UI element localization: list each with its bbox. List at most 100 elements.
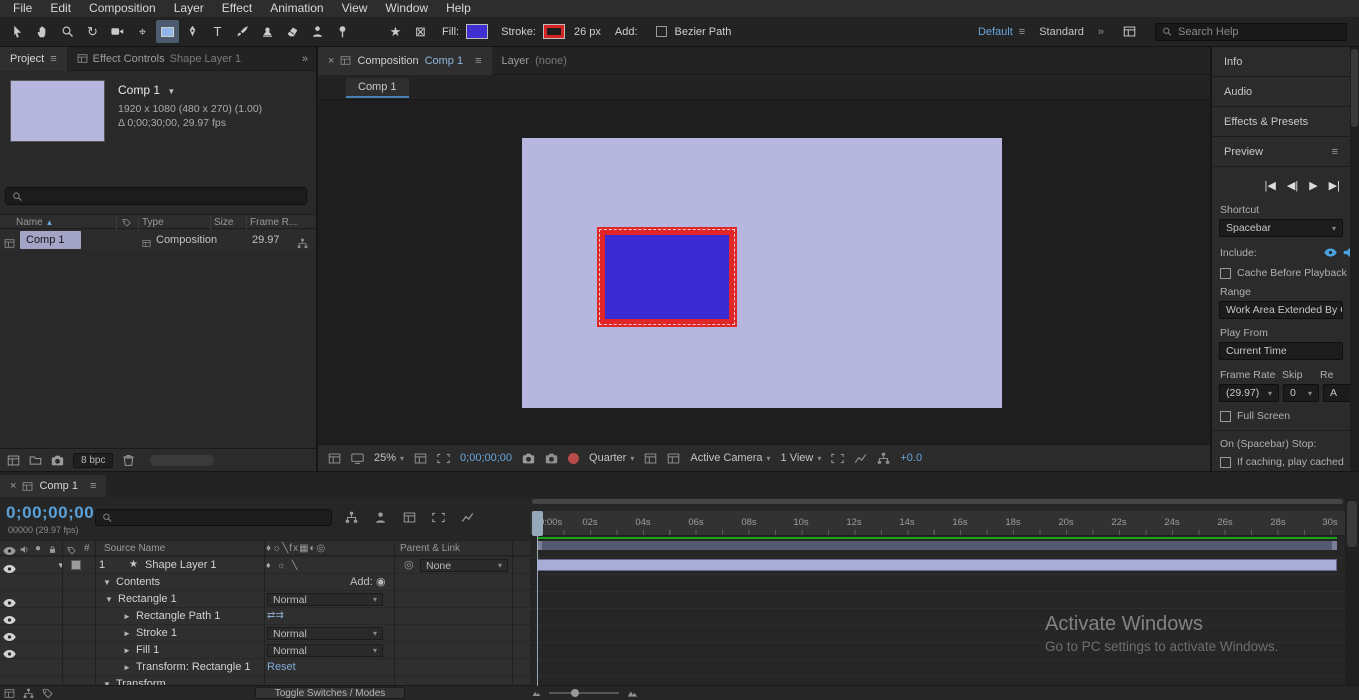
zoom-out-icon[interactable] — [532, 687, 541, 699]
cache-before-playback-checkbox[interactable] — [1220, 267, 1231, 279]
resolution-dropdown[interactable]: Quarter ▾ — [589, 452, 634, 464]
delete-item-icon[interactable] — [122, 454, 135, 467]
tab-composition[interactable]: × Composition Comp 1 ≡ — [318, 46, 492, 75]
property-name[interactable]: Fill 1 — [136, 642, 159, 658]
panel-menu-icon[interactable]: ≡ — [90, 480, 96, 492]
mini-flowchart-icon[interactable] — [345, 511, 358, 524]
twirl-closed-icon[interactable]: ► — [123, 643, 131, 659]
twirl-open-icon[interactable]: ▼ — [103, 575, 111, 591]
work-area-bar[interactable] — [537, 541, 1337, 550]
show-channel-icon[interactable] — [568, 452, 580, 464]
hide-shy-layers-icon[interactable] — [374, 511, 387, 524]
scrollbar-thumb[interactable] — [1351, 49, 1358, 127]
rectangle-tool-icon[interactable] — [156, 20, 179, 43]
group-name[interactable]: Rectangle 1 — [118, 591, 177, 607]
property-name[interactable]: Transform: Rectangle 1 — [136, 659, 251, 675]
twirl-closed-icon[interactable]: ► — [123, 660, 131, 676]
comp-thumbnail[interactable] — [10, 80, 105, 142]
fast-previews-icon[interactable] — [644, 452, 657, 465]
mini-flowchart-icon[interactable] — [877, 452, 890, 465]
preview-monitor-icon[interactable] — [351, 452, 364, 465]
project-search[interactable] — [5, 187, 307, 205]
magnification-dropdown[interactable]: 25% ▾ — [374, 452, 404, 464]
roto-brush-tool-icon[interactable] — [306, 20, 329, 43]
close-tab-icon[interactable]: × — [10, 480, 16, 492]
column-name[interactable]: Name ▲ — [16, 216, 53, 229]
label-column-icon[interactable] — [67, 544, 76, 558]
switches-column-icons[interactable]: ♦☼╲fx▦◐◎ — [266, 542, 326, 556]
include-video-eye-icon[interactable] — [1324, 247, 1337, 259]
play-button[interactable]: ▶ — [1309, 179, 1317, 192]
tab-layer[interactable]: Layer (none) — [492, 47, 577, 75]
zoom-in-icon[interactable] — [627, 687, 638, 699]
eye-icon[interactable] — [3, 629, 16, 642]
parent-dropdown[interactable]: None ▾ — [420, 559, 508, 572]
property-row-rectangle-path-1[interactable]: ► Rectangle Path 1 ⇄⇉ — [0, 608, 530, 625]
property-row-fill-1[interactable]: ► Fill 1 Normal ▾ — [0, 642, 530, 659]
group-row-rectangle-1[interactable]: ▼ Rectangle 1 Normal ▾ — [0, 591, 530, 608]
type-tool-icon[interactable]: T — [206, 20, 229, 43]
frame-blending-icon[interactable] — [403, 511, 416, 524]
transparency-grid-icon[interactable] — [667, 452, 680, 465]
pen-tool-icon[interactable] — [181, 20, 204, 43]
resolution-dropdown[interactable]: A — [1323, 384, 1350, 402]
scrollbar-thumb[interactable] — [1347, 501, 1357, 547]
panel-menu-icon[interactable]: ≡ — [50, 53, 56, 65]
puppet-pin-tool-icon[interactable] — [331, 20, 354, 43]
project-comp-name[interactable]: Comp 1 ▼ — [118, 83, 262, 97]
prev-frame-button[interactable]: ◀| — [1287, 179, 1298, 192]
blend-mode-dropdown[interactable]: Normal ▾ — [267, 627, 383, 640]
twirl-closed-icon[interactable]: ► — [123, 609, 131, 625]
pixel-aspect-icon[interactable] — [831, 452, 844, 465]
fill-color-swatch[interactable] — [466, 24, 489, 39]
panel-overflow-chevron[interactable]: » — [302, 53, 316, 65]
composition-viewer[interactable] — [318, 100, 1210, 444]
snapshot-camera-icon[interactable] — [522, 452, 535, 465]
audio-column-speaker-icon[interactable] — [20, 543, 29, 557]
toggle-viewer-panels-icon[interactable] — [328, 452, 341, 465]
source-name-column[interactable]: Source Name — [104, 542, 165, 556]
eraser-tool-icon[interactable] — [281, 20, 304, 43]
current-time-display[interactable]: 0;00;00;00 — [6, 503, 94, 523]
workspace-overflow-chevron[interactable]: » — [1098, 26, 1104, 38]
toggle-switches-pane-icon[interactable] — [4, 687, 15, 699]
mask-tool-icon[interactable]: ⊠ — [409, 20, 432, 43]
number-column[interactable]: # — [84, 542, 90, 556]
toggle-inout-pane-icon[interactable] — [42, 687, 53, 699]
column-size[interactable]: Size — [214, 216, 233, 229]
blend-mode-dropdown[interactable]: Normal ▾ — [267, 593, 383, 606]
comp-current-time[interactable]: 0;00;00;00 — [460, 452, 512, 464]
shape-star-icon[interactable]: ★ — [384, 20, 407, 43]
parent-pickwhip-icon[interactable]: ◎ — [404, 557, 414, 573]
view-layout-dropdown[interactable]: 1 View ▾ — [781, 452, 822, 464]
lock-column-icon[interactable] — [48, 543, 57, 557]
exposure-value[interactable]: +0.0 — [900, 452, 922, 464]
property-row-transform-rectangle-1[interactable]: ► Transform: Rectangle 1 Reset — [0, 659, 530, 676]
interpret-footage-icon[interactable] — [7, 454, 20, 467]
twirl-open-icon[interactable]: ▼ — [57, 558, 65, 574]
tab-project[interactable]: Project ≡ — [0, 46, 67, 71]
menu-item-composition[interactable]: Composition — [80, 0, 165, 17]
stroke-width-value[interactable]: 26 px — [574, 26, 601, 38]
new-folder-icon[interactable] — [29, 454, 42, 467]
panel-preview[interactable]: Preview ≡ — [1212, 137, 1350, 167]
property-name[interactable]: Rectangle Path 1 — [136, 608, 220, 624]
shape-rectangle[interactable] — [597, 227, 737, 327]
zoom-tool-icon[interactable] — [56, 20, 79, 43]
workspace-default[interactable]: Default ≡ — [978, 26, 1025, 38]
project-item-row[interactable]: Comp 1 Composition 29.97 — [0, 230, 316, 250]
project-search-input[interactable] — [27, 190, 300, 202]
timeline-nav-icon[interactable] — [854, 452, 867, 465]
layer-switches-icons[interactable]: ♦ ☼ ╲ — [266, 557, 299, 573]
motion-blur-icon[interactable] — [432, 511, 445, 524]
timeline-graph-area[interactable]: 0:00s 02s 04s 06s 08s 10s 12s 14s 16s 18… — [530, 498, 1345, 686]
toggle-transfer-pane-icon[interactable] — [23, 687, 34, 699]
play-from-dropdown[interactable]: Current Time — [1219, 342, 1343, 360]
vertical-scrollbar[interactable] — [1350, 47, 1359, 471]
menu-item-window[interactable]: Window — [376, 0, 437, 17]
first-frame-button[interactable]: |◀ — [1265, 179, 1276, 192]
panel-menu-icon[interactable]: ≡ — [475, 55, 481, 67]
shortcut-dropdown[interactable]: Spacebar ▾ — [1219, 219, 1343, 237]
next-frame-button[interactable]: ▶| — [1329, 179, 1340, 192]
menu-item-effect[interactable]: Effect — [213, 0, 261, 17]
